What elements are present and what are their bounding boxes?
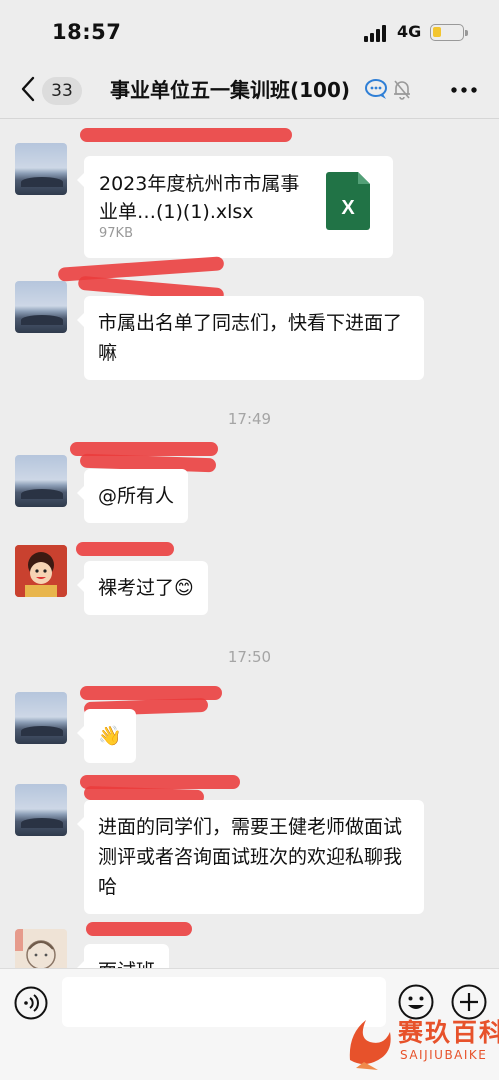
file-size: 97KB [99, 226, 133, 241]
unread-count-badge[interactable]: 33 [42, 77, 82, 105]
chevron-left-icon[interactable] [18, 74, 40, 104]
svg-text:X: X [341, 197, 355, 219]
status-time: 18:57 [52, 20, 122, 44]
mute-bell-icon [394, 80, 410, 100]
voice-icon[interactable] [14, 986, 48, 1020]
watermark-subtitle: SAIJIUBAIKE [400, 1048, 488, 1062]
excel-icon: X [326, 172, 370, 230]
avatar[interactable] [15, 784, 67, 836]
watermark-logo-icon [349, 1020, 391, 1070]
message-bubble[interactable]: 市属出名单了同志们，快看下进面了嘛 [77, 296, 424, 380]
message-input[interactable] [62, 977, 386, 1027]
avatar[interactable] [15, 455, 67, 507]
signal-icon [364, 24, 390, 42]
message-bubble[interactable]: 裸考过了😊 [77, 561, 208, 615]
chat-title: 事业单位五一集训班(100) [110, 78, 351, 102]
timestamp: 17:50 [227, 648, 272, 666]
avatar[interactable] [15, 545, 67, 597]
file-name: 2023年度杭州市市属事业单…(1)(1).xlsx [99, 173, 300, 223]
message-bubble[interactable]: @所有人 [76, 469, 189, 523]
sender-name-redacted [80, 128, 292, 142]
chat-header: 33 事业单位五一集训班(100) [0, 62, 499, 118]
avatar[interactable] [15, 143, 67, 195]
more-icon[interactable] [451, 86, 477, 94]
avatar[interactable] [15, 692, 67, 744]
sender-name-redacted [76, 542, 174, 556]
header-divider [0, 118, 499, 119]
status-bar: 18:57 4G [0, 0, 499, 62]
file-message[interactable]: 2023年度杭州市市属事业单…(1)(1).xlsx 97KB X [77, 156, 393, 258]
watermark: 赛玖百科 SAIJIUBAIKE [344, 1010, 499, 1074]
battery-icon [430, 24, 468, 41]
network-type: 4G [397, 22, 422, 41]
message-bubble[interactable]: 👋 [77, 709, 136, 763]
avatar[interactable] [15, 281, 67, 333]
sender-name-redacted [86, 922, 192, 936]
message-bubble[interactable]: 进面的同学们，需要王健老师做面试测评或者咨询面试班次的欢迎私聊我哈 [77, 800, 424, 914]
chat-bubble-icon [365, 79, 387, 99]
timestamp: 17:49 [227, 410, 272, 428]
watermark-title: 赛玖百科 [398, 1018, 499, 1047]
